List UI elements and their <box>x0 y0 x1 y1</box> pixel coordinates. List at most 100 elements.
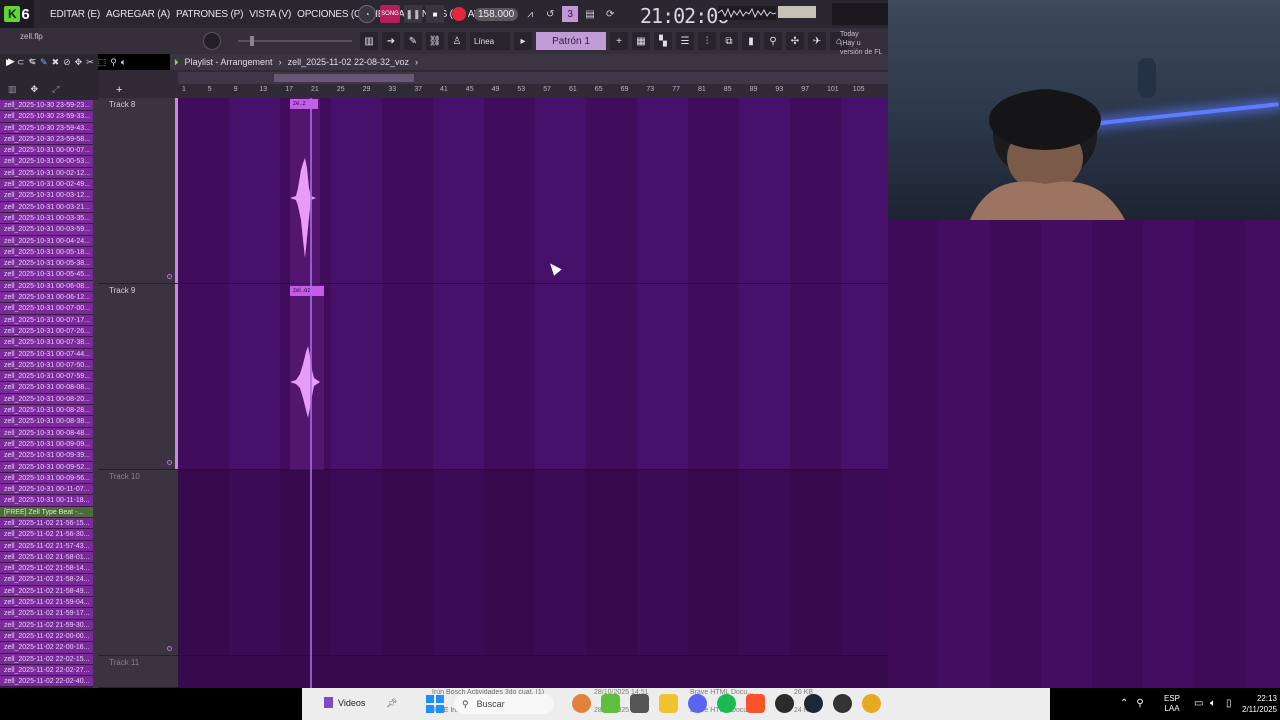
piano-keys-icon[interactable]: ▥ <box>360 32 378 50</box>
recorder-icon[interactable] <box>833 694 852 713</box>
playlist-grid[interactable]: ze..z zel..oz <box>178 98 888 688</box>
track-lane-10[interactable] <box>178 470 888 656</box>
slice-tool-icon[interactable]: ✂ <box>86 57 94 68</box>
stamp-icon[interactable]: ♙ <box>448 32 466 50</box>
browser-file-item[interactable]: zell_2025-10-31 00-05-38... <box>0 258 98 270</box>
master-volume-meter[interactable] <box>778 6 816 18</box>
browser-file-item[interactable]: zell_2025-11-02 21-57-43... <box>0 540 98 552</box>
browser-folder-item[interactable]: [FREE] Zell Type Beat -... <box>0 506 98 518</box>
browser-file-item[interactable]: zell_2025-10-31 00-08-28... <box>0 405 98 417</box>
menu-item-1[interactable]: AGREGAR (A) <box>106 9 170 20</box>
track-name[interactable]: Track 11 <box>109 658 139 667</box>
countdown-icon[interactable]: 3 <box>562 6 579 22</box>
track-name[interactable]: Track 8 <box>109 100 135 109</box>
spotify-icon[interactable] <box>717 694 736 713</box>
edge-icon[interactable] <box>572 694 591 713</box>
playhead-line[interactable] <box>310 98 312 688</box>
browser-file-item[interactable]: zell_2025-10-31 00-08-08... <box>0 382 98 394</box>
track-enable-icon[interactable] <box>167 274 172 279</box>
browser-file-item[interactable]: zell_2025-10-31 00-09-39... <box>0 450 98 462</box>
tempo-display[interactable]: 158.000 <box>474 7 519 21</box>
play-button[interactable]: ❚❚ <box>404 5 422 23</box>
fl-studio-logo[interactable]: K 6 <box>0 0 34 28</box>
pin-icon[interactable]: 📌︎ <box>386 698 397 709</box>
track-enable-icon[interactable] <box>167 646 172 651</box>
collapse-icon[interactable]: ⤢ <box>52 84 59 95</box>
browser-file-item[interactable]: zell_2025-10-31 00-08-48... <box>0 427 98 439</box>
volume-icon[interactable]: 🔈︎ <box>1210 698 1216 709</box>
wait-input-icon[interactable]: ⟳ <box>602 6 618 22</box>
track-lane-9[interactable] <box>178 284 888 470</box>
snap-select[interactable]: Línea <box>470 32 510 50</box>
playback-tool-icon[interactable]: 🔈︎ <box>121 57 126 68</box>
link-icon[interactable]: ⛓ <box>426 32 444 50</box>
browser-file-item[interactable]: zell_2025-10-31 00-03-35... <box>0 212 98 225</box>
browser-file-item[interactable]: zell_2025-10-31 00-05-45... <box>0 269 98 281</box>
browser-file-item[interactable]: zell_2025-11-02 21-58-01... <box>0 551 98 564</box>
obs-icon[interactable] <box>775 694 794 713</box>
record-button[interactable] <box>452 7 466 21</box>
browser-file-item[interactable]: zell_2025-10-31 00-03-12... <box>0 190 98 202</box>
browser-file-item[interactable]: zell_2025-10-31 00-03-21... <box>0 201 98 213</box>
battery-icon[interactable]: ▯ <box>1226 698 1232 709</box>
browser-file-item[interactable]: zell_2025-11-02 21-59-17... <box>0 608 98 620</box>
browser-file-item[interactable]: zell_2025-10-30 23-59-23... <box>0 100 98 112</box>
file-explorer-icon[interactable] <box>659 694 678 713</box>
paint-tool-icon[interactable]: ✎ <box>40 57 48 68</box>
videos-folder-icon[interactable] <box>324 697 333 708</box>
browser-file-item[interactable]: zell_2025-10-30 23-59-43... <box>0 122 98 134</box>
browser-file-item[interactable]: zell_2025-10-31 00-09-09... <box>0 438 98 451</box>
expand-icon[interactable]: ✥ <box>31 84 39 95</box>
magnet-tool-icon[interactable]: ⊂ <box>17 57 25 68</box>
browser-file-item[interactable]: zell_2025-11-02 22-02-40... <box>0 676 98 688</box>
browser-file-item[interactable]: zell_2025-11-02 21-56-30... <box>0 529 98 541</box>
browser-file-item[interactable]: zell_2025-10-31 00-00-07... <box>0 145 98 157</box>
track-header-9[interactable]: Track 9 <box>98 284 178 470</box>
chrome-icon[interactable] <box>862 694 881 713</box>
step-edit-icon[interactable]: ⩘ <box>522 6 538 22</box>
menu-item-2[interactable]: PATRONES (P) <box>176 9 243 20</box>
browser-file-item[interactable]: zell_2025-10-31 00-07-50... <box>0 359 98 372</box>
browser-file-item[interactable]: zell_2025-11-02 21-59-30... <box>0 619 98 631</box>
browser-file-item[interactable]: zell_2025-11-02 21-56-15... <box>0 517 98 530</box>
mic-icon[interactable]: ⚲ <box>764 32 782 50</box>
channel-rack-icon[interactable]: ▚ <box>654 32 672 50</box>
browser-file-item[interactable]: zell_2025-11-02 21-58-49... <box>0 585 98 598</box>
add-pattern-icon[interactable]: + <box>610 32 628 50</box>
playlist-arrow-icon[interactable]: ▶ <box>6 57 13 68</box>
browser-file-item[interactable]: zell_2025-10-31 00-07-44... <box>0 348 98 360</box>
fl-studio-taskbar-icon[interactable] <box>601 694 620 713</box>
browser-file-item[interactable]: zell_2025-10-31 00-09-56... <box>0 472 98 485</box>
pattern-select[interactable]: Patrón 1 <box>536 32 606 50</box>
master-volume-knob[interactable] <box>203 32 221 50</box>
pencil-icon[interactable]: ✎ <box>404 32 422 50</box>
browser-file-item[interactable]: zell_2025-10-31 00-07-26... <box>0 325 98 338</box>
metronome-icon[interactable]: ◔ <box>358 5 376 23</box>
track-enable-icon[interactable] <box>167 460 172 465</box>
language-indicator[interactable]: ESP LAA <box>1164 694 1180 714</box>
browser-file-item[interactable]: zell_2025-10-30 23-59-33... <box>0 111 98 123</box>
select-tool-icon[interactable]: ⬚ <box>98 57 107 68</box>
menu-icon[interactable]: ▥ <box>8 84 17 95</box>
playlist-play-icon[interactable]: ⏵ <box>174 57 179 68</box>
pattern-prev-icon[interactable]: ▸ <box>514 32 532 50</box>
menu-item-3[interactable]: VISTA (V) <box>249 9 291 20</box>
menu-item-0[interactable]: EDITAR (E) <box>50 9 100 20</box>
mixer-icon[interactable]: ⫶ <box>698 32 716 50</box>
zoom-tool-icon[interactable]: ⚲ <box>110 57 117 68</box>
browser-file-item[interactable]: zell_2025-11-02 21-59-04... <box>0 597 98 609</box>
chevron-up-icon[interactable]: ⌃ <box>1120 698 1128 709</box>
browser-file-item[interactable]: zell_2025-10-31 00-04-24... <box>0 235 98 247</box>
browser-file-item[interactable]: zell_2025-11-02 22-00-16... <box>0 642 98 654</box>
browser-file-item[interactable]: zell_2025-10-31 00-07-00... <box>0 303 98 315</box>
taskbar-videos-label[interactable]: Videos <box>338 698 365 708</box>
track-header-8[interactable]: Track 8 <box>98 98 178 284</box>
browser-file-item[interactable]: zell_2025-10-31 00-08-38... <box>0 416 98 428</box>
task-view-icon[interactable] <box>630 694 649 713</box>
news-panel[interactable]: Today ¡Hay u versión de FL <box>840 30 888 56</box>
slip-tool-icon[interactable]: ✥ <box>75 57 83 68</box>
browser-file-item[interactable]: zell_2025-10-31 00-07-38... <box>0 337 98 349</box>
master-pitch-slider[interactable] <box>238 36 352 46</box>
track-header-11[interactable]: Track 11 <box>98 656 178 688</box>
browser-file-item[interactable]: zell_2025-10-31 00-07-17... <box>0 314 98 326</box>
